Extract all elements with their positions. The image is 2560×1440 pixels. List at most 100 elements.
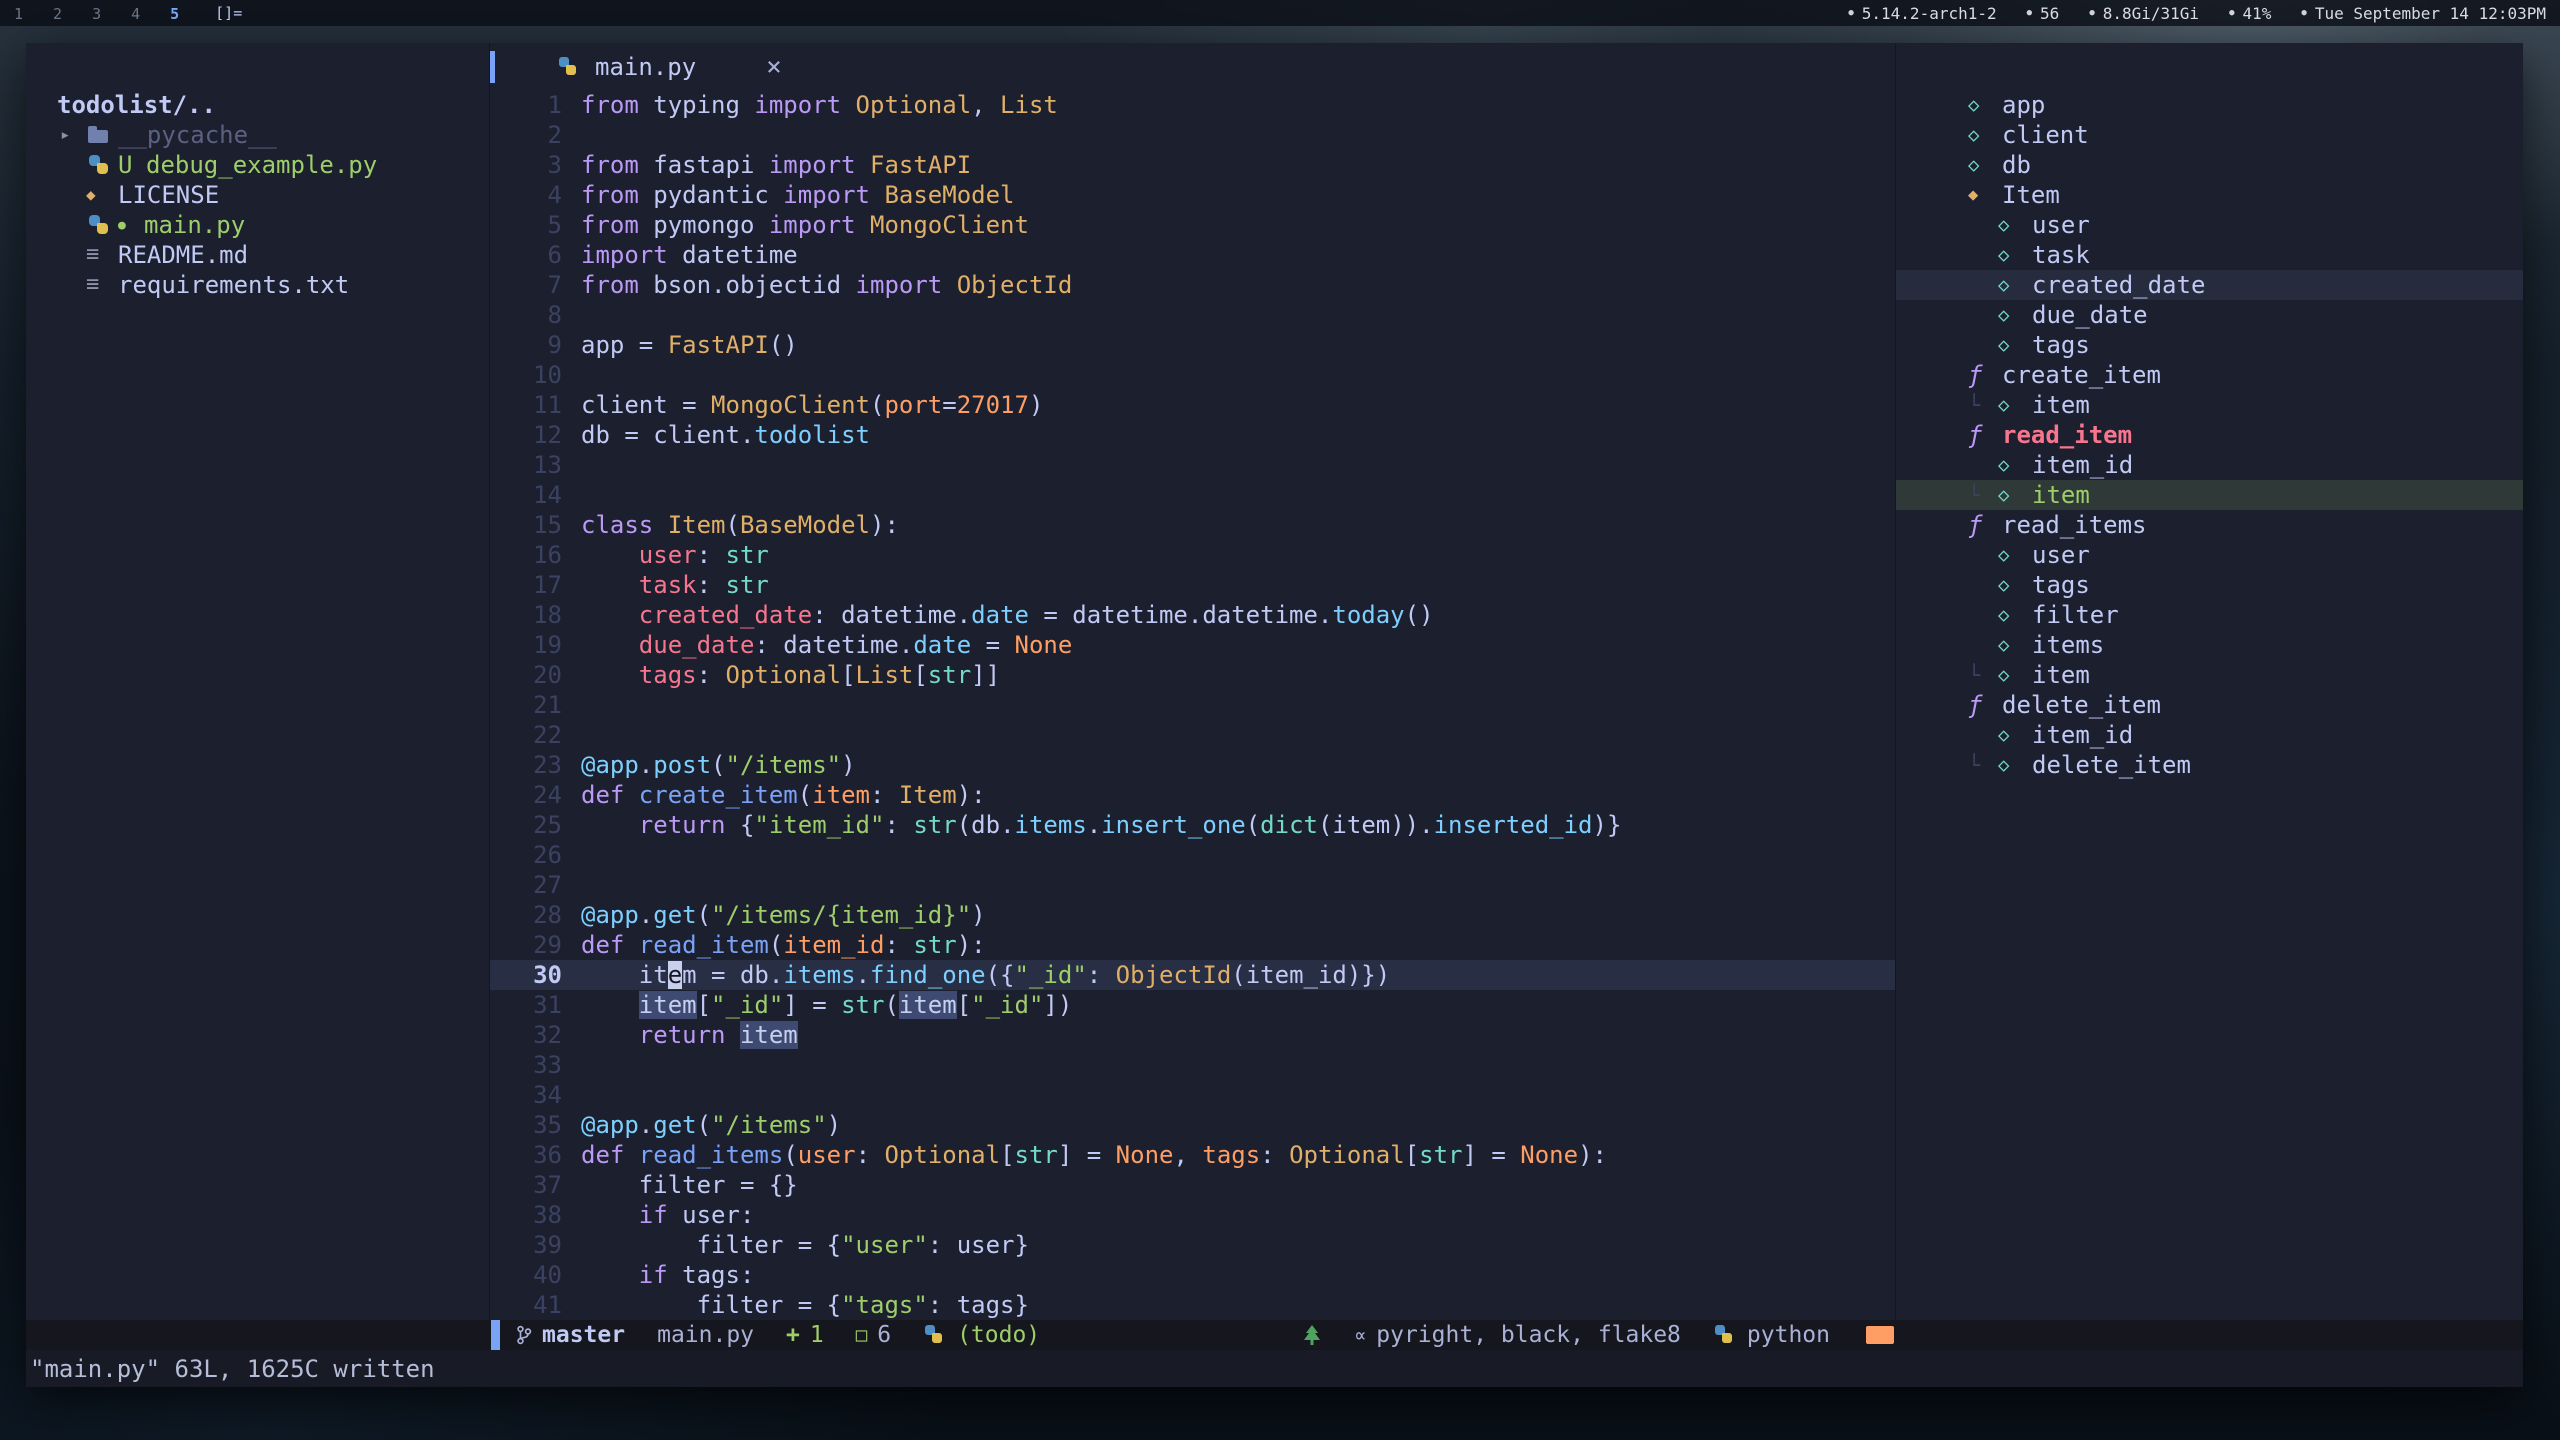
symbol-read_items[interactable]: ƒread_items <box>1896 510 2523 540</box>
symbol-read_item[interactable]: ƒread_item <box>1896 420 2523 450</box>
symbol-delete_item[interactable]: ƒdelete_item <box>1896 690 2523 720</box>
code-line-25[interactable]: 25 return {"item_id": str(db.items.inser… <box>490 810 1895 840</box>
workspace-4[interactable]: 4 <box>131 5 140 23</box>
code-line-26[interactable]: 26 <box>490 840 1895 870</box>
line-number: 1 <box>490 90 581 120</box>
code-line-34[interactable]: 34 <box>490 1080 1895 1110</box>
code-line-5[interactable]: 5from pymongo import MongoClient <box>490 210 1895 240</box>
symbol-client[interactable]: ◇client <box>1896 120 2523 150</box>
workspace-3[interactable]: 3 <box>92 5 101 23</box>
symbol-tags[interactable]: ◇tags <box>1896 330 2523 360</box>
code-line-10[interactable]: 10 <box>490 360 1895 390</box>
symbol-user[interactable]: ◇user <box>1896 210 2523 240</box>
code-line-9[interactable]: 9app = FastAPI() <box>490 330 1895 360</box>
tree-item-README.md[interactable]: ≡README.md <box>26 240 489 270</box>
code-line-22[interactable]: 22 <box>490 720 1895 750</box>
symbol-label: read_items <box>2002 511 2147 539</box>
symbol-create_item[interactable]: ƒcreate_item <box>1896 360 2523 390</box>
symbol-delete_item[interactable]: └◇delete_item <box>1896 750 2523 780</box>
code-line-18[interactable]: 18 created_date: datetime.date = datetim… <box>490 600 1895 630</box>
git-branch-icon <box>516 1324 532 1346</box>
code-line-3[interactable]: 3from fastapi import FastAPI <box>490 150 1895 180</box>
symbol-items[interactable]: ◇items <box>1896 630 2523 660</box>
expand-arrow-icon[interactable]: ▸ <box>60 125 86 145</box>
code-line-33[interactable]: 33 <box>490 1050 1895 1080</box>
code-line-38[interactable]: 38 if user: <box>490 1200 1895 1230</box>
buffer-count-value: 6 <box>877 1322 891 1348</box>
symbol-item_id[interactable]: ◇item_id <box>1896 720 2523 750</box>
symbol-item[interactable]: └◇item <box>1896 390 2523 420</box>
code-line-30[interactable]: 30 item = db.items.find_one({"_id": Obje… <box>490 960 1895 990</box>
code-line-35[interactable]: 35@app.get("/items") <box>490 1110 1895 1140</box>
code-line-21[interactable]: 21 <box>490 690 1895 720</box>
statusline-filename[interactable]: main.py <box>657 1322 754 1348</box>
symbol-user[interactable]: ◇user <box>1896 540 2523 570</box>
workspace-5[interactable]: 5 <box>170 5 179 23</box>
code-line-41[interactable]: 41 filter = {"tags": tags} <box>490 1290 1895 1320</box>
code-line-11[interactable]: 11client = MongoClient(port=27017) <box>490 390 1895 420</box>
tree-item-LICENSE[interactable]: ◆LICENSE <box>26 180 489 210</box>
code-line-31[interactable]: 31 item["_id"] = str(item["_id"]) <box>490 990 1895 1020</box>
code-line-32[interactable]: 32 return item <box>490 1020 1895 1050</box>
code-line-19[interactable]: 19 due_date: datetime.date = None <box>490 630 1895 660</box>
var-icon: ◇ <box>1968 94 2002 116</box>
code-line-4[interactable]: 4from pydantic import BaseModel <box>490 180 1895 210</box>
tab-main-py[interactable]: main.py × <box>557 52 782 82</box>
var-icon: ◇ <box>1998 724 2032 746</box>
symbol-due_date[interactable]: ◇due_date <box>1896 300 2523 330</box>
tab-close-icon[interactable]: × <box>766 52 782 82</box>
filetree-root[interactable]: todolist/.. <box>26 90 489 120</box>
workspace-1[interactable]: 1 <box>14 5 23 23</box>
code-line-17[interactable]: 17 task: str <box>490 570 1895 600</box>
tree-item-debug_example.py[interactable]: Udebug_example.py <box>26 150 489 180</box>
symbol-filter[interactable]: ◇filter <box>1896 600 2523 630</box>
code-line-37[interactable]: 37 filter = {} <box>490 1170 1895 1200</box>
line-number: 15 <box>490 510 581 540</box>
symbol-task[interactable]: ◇task <box>1896 240 2523 270</box>
code-line-8[interactable]: 8 <box>490 300 1895 330</box>
code-line-29[interactable]: 29def read_item(item_id: str): <box>490 930 1895 960</box>
code-line-16[interactable]: 16 user: str <box>490 540 1895 570</box>
code-line-1[interactable]: 1from typing import Optional, List <box>490 90 1895 120</box>
code-line-23[interactable]: 23@app.post("/items") <box>490 750 1895 780</box>
command-line[interactable]: "main.py" 63L, 1625C written <box>26 1350 2523 1387</box>
workspace-2[interactable]: 2 <box>53 5 62 23</box>
fn-icon: ƒ <box>1968 361 2002 389</box>
symbol-tags[interactable]: ◇tags <box>1896 570 2523 600</box>
code-line-7[interactable]: 7from bson.objectid import ObjectId <box>490 270 1895 300</box>
code-line-40[interactable]: 40 if tags: <box>490 1260 1895 1290</box>
code-line-36[interactable]: 36def read_items(user: Optional[str] = N… <box>490 1140 1895 1170</box>
code-line-20[interactable]: 20 tags: Optional[List[str]] <box>490 660 1895 690</box>
code-line-39[interactable]: 39 filter = {"user": user} <box>490 1230 1895 1260</box>
symbol-label: item_id <box>2032 721 2133 749</box>
status-module: ●41% <box>2229 4 2271 23</box>
line-number: 24 <box>490 780 581 810</box>
code-line-6[interactable]: 6import datetime <box>490 240 1895 270</box>
symbol-label: app <box>2002 91 2045 119</box>
code-line-13[interactable]: 13 <box>490 450 1895 480</box>
symbol-created_date[interactable]: ◇created_date <box>1896 270 2523 300</box>
symbol-item[interactable]: └◇item <box>1896 660 2523 690</box>
symbol-Item[interactable]: ◆Item <box>1896 180 2523 210</box>
symbol-item[interactable]: └◇item <box>1896 480 2523 510</box>
symbol-app[interactable]: ◇app <box>1896 90 2523 120</box>
symbol-label: delete_item <box>2032 751 2191 779</box>
symbol-db[interactable]: ◇db <box>1896 150 2523 180</box>
code-line-27[interactable]: 27 <box>490 870 1895 900</box>
git-branch[interactable]: master <box>516 1322 625 1348</box>
status-module-text: Tue September 14 12:03PM <box>2315 4 2546 23</box>
code-line-15[interactable]: 15class Item(BaseModel): <box>490 510 1895 540</box>
code-line-14[interactable]: 14 <box>490 480 1895 510</box>
tree-connector: └ <box>1968 393 1998 417</box>
code-line-2[interactable]: 2 <box>490 120 1895 150</box>
tree-item-__pycache__[interactable]: ▸__pycache__ <box>26 120 489 150</box>
symbol-item_id[interactable]: ◇item_id <box>1896 450 2523 480</box>
scroll-progress-block[interactable] <box>1866 1326 1894 1344</box>
line-number: 25 <box>490 810 581 840</box>
tree-item-requirements.txt[interactable]: ≡requirements.txt <box>26 270 489 300</box>
code-line-12[interactable]: 12db = client.todolist <box>490 420 1895 450</box>
code-line-24[interactable]: 24def create_item(item: Item): <box>490 780 1895 810</box>
status-module: ●8.8Gi/31Gi <box>2089 4 2199 23</box>
code-line-28[interactable]: 28@app.get("/items/{item_id}") <box>490 900 1895 930</box>
tree-item-main.py[interactable]: ●main.py <box>26 210 489 240</box>
